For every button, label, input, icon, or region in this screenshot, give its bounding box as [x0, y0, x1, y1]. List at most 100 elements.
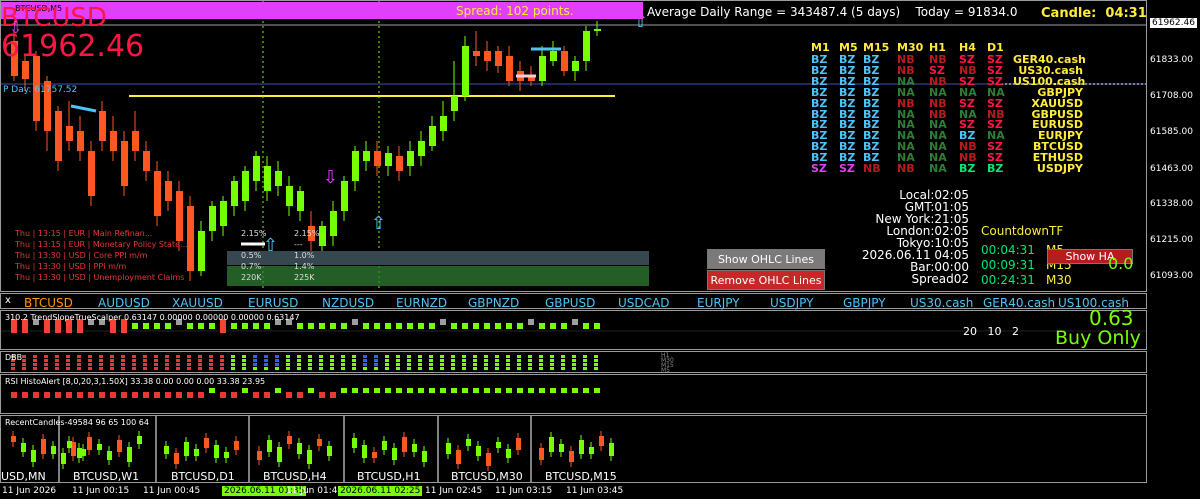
remove-ohlc-button[interactable]: Remove OHLC Lines [707, 270, 825, 290]
candle-body [121, 141, 128, 186]
dbb-cell [319, 363, 323, 366]
dbb-cell [99, 355, 103, 358]
spread-text: Spread: 102 points. [456, 4, 574, 18]
dbb-cell [407, 359, 411, 362]
tab-bar-close-button[interactable]: x [5, 295, 11, 306]
histogram-bar [187, 323, 193, 329]
rsi-bar [561, 388, 567, 393]
dbb-cell [341, 355, 345, 358]
rc-body [97, 444, 102, 450]
dbb-cell [473, 359, 477, 362]
rc-body [41, 439, 46, 454]
dbb-cell [429, 355, 433, 358]
dbb-cell [121, 355, 125, 358]
rc-body [194, 449, 199, 456]
histogram-bar [561, 323, 567, 329]
dbb-cell [209, 359, 213, 362]
indicator-pane-trendslope[interactable]: 310.2 TrendSlopeTrueScalper 0.63147 0.00… [0, 306, 1147, 350]
candle-body [352, 151, 359, 181]
dbb-cell [264, 363, 268, 366]
rc-body [569, 451, 574, 462]
dbb-cell [187, 367, 191, 370]
show-ohlc-button[interactable]: Show OHLC Lines [707, 249, 825, 269]
symbol-tab-gbpnzd[interactable]: GBPNZD [468, 296, 519, 310]
symbol-tab-btcusd[interactable]: BTCUSD [24, 296, 73, 310]
dbb-cell [451, 367, 455, 370]
rsi-bar [495, 388, 501, 393]
dbb-cell [363, 359, 367, 362]
signal-tf-header: H1 [929, 41, 946, 54]
dbb-cell [66, 367, 70, 370]
rc-body [486, 453, 491, 466]
rsi-bar [341, 388, 347, 393]
dbb-cell [506, 359, 510, 362]
dbb-cell [594, 363, 598, 366]
dbb-cell [209, 363, 213, 366]
dbb-cell [121, 363, 125, 366]
dbb-cell [187, 355, 191, 358]
histogram-bar [352, 319, 358, 325]
dbb-cell [418, 355, 422, 358]
histogram-bar [209, 323, 215, 329]
dbb-cell [66, 355, 70, 358]
dbb-cell [209, 355, 213, 358]
candle-body [297, 191, 304, 211]
dbb-cell [275, 363, 279, 366]
symbol-tab-ger40-cash[interactable]: GER40.cash [983, 296, 1055, 310]
indicator-pane-dbb[interactable]: DBB H1 M30 M15 M5 [0, 351, 1147, 374]
trendslope-value: 0.63 [1089, 306, 1134, 330]
dbb-cell [572, 367, 576, 370]
symbol-tab-eurusd[interactable]: EURUSD [248, 296, 298, 310]
histogram-bar [396, 323, 402, 329]
symbol-tab-xauusd[interactable]: XAUUSD [172, 296, 223, 310]
dbb-cell [275, 355, 279, 358]
symbol-tab-eurnzd[interactable]: EURNZD [396, 296, 447, 310]
histogram-bar [583, 323, 589, 329]
symbol-tab-eurjpy[interactable]: EURJPY [697, 296, 740, 310]
dbb-cell [231, 359, 235, 362]
symbol-tab-audusd[interactable]: AUDUSD [98, 296, 150, 310]
dbb-cell [528, 367, 532, 370]
dbb-cell [440, 359, 444, 362]
histogram-bar [506, 323, 512, 329]
rc-body [579, 440, 584, 454]
main-chart[interactable]: ⇩ ⇧ ⇧ ⇧ BTCUSD,M5 Spread: 102 points. Avera… [0, 0, 1147, 292]
news-forecast: --- [294, 240, 303, 249]
dbb-cell [495, 359, 499, 362]
dbb-cell [55, 355, 59, 358]
candle-body [429, 126, 436, 146]
dbb-cell [132, 367, 136, 370]
symbol-tab-us30-cash[interactable]: US30.cash [910, 296, 973, 310]
dbb-cell [121, 367, 125, 370]
dbb-cell [352, 363, 356, 366]
symbol-tab-gbpjpy[interactable]: GBPJPY [843, 296, 886, 310]
dbb-cell [374, 363, 378, 366]
dbb-cell [418, 359, 422, 362]
histogram-bar [154, 323, 160, 329]
dbb-cell [572, 355, 576, 358]
signal-arrow-icon: ⇩ [323, 167, 338, 188]
dbb-cell [352, 359, 356, 362]
dbb-cell [418, 367, 422, 370]
price-tick: 61962.46 [1150, 18, 1197, 28]
dbb-cell [440, 355, 444, 358]
rsi-bar [594, 388, 600, 393]
symbol-tab-usdjpy[interactable]: USDJPY [770, 296, 813, 310]
dbb-cell [110, 363, 114, 366]
indicator-pane-rsi[interactable]: RSI HistoAlert [8,0,20,3,1.50X] 33.38 0.… [0, 374, 1147, 414]
dbb-cell [572, 359, 576, 362]
symbol-tab-gbpusd[interactable]: GBPUSD [545, 296, 595, 310]
rsi-bar [132, 392, 138, 398]
dbb-cell [451, 359, 455, 362]
indicator-pane-recent-candles[interactable]: RecentCandles-49584 96 65 100 64 USD,MN B… [0, 415, 1147, 483]
dbb-cell [99, 359, 103, 362]
rsi-label: RSI HistoAlert [8,0,20,3,1.50X] 33.38 0.… [5, 377, 266, 386]
ha-value: 0.0 [1108, 254, 1134, 273]
symbol-tab-usdcad[interactable]: USDCAD [618, 296, 669, 310]
rc-body [117, 440, 122, 452]
rc-body [297, 443, 302, 454]
news-item: Thu | 13:15 | EUR | Main Refinan... [15, 229, 153, 238]
dbb-cell [473, 363, 477, 366]
symbol-tab-nzdusd[interactable]: NZDUSD [322, 296, 374, 310]
dbb-cell [33, 363, 37, 366]
